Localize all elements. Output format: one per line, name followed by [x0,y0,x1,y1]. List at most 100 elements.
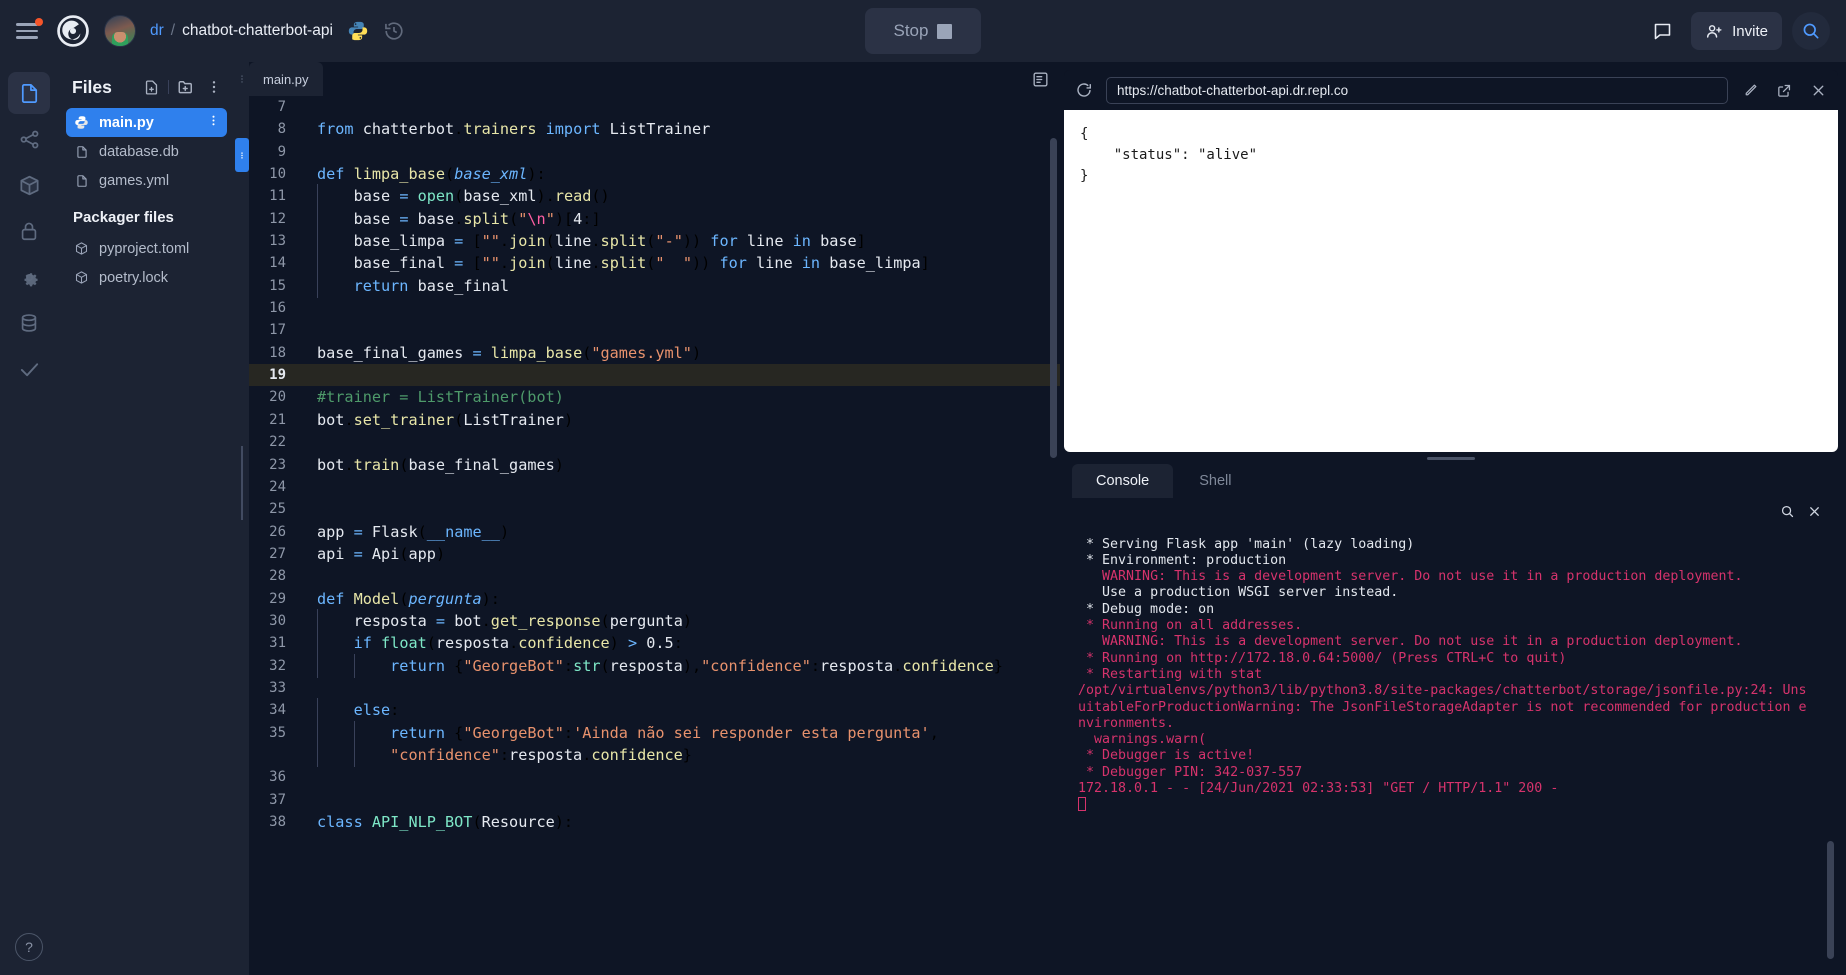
package-icon [73,241,90,256]
pencil-icon[interactable] [1738,78,1762,102]
replit-logo-icon[interactable] [56,14,90,48]
code-line[interactable]: 29 def Model(pergunta): [249,588,1060,610]
code-line[interactable]: "confidence":resposta.confidence} [249,742,1060,768]
code-line[interactable]: 30 resposta = bot.get_response(pergunta) [249,608,1060,634]
line-number: 21 [269,411,286,428]
close-icon[interactable] [1806,78,1830,102]
kebab-menu-icon[interactable] [203,76,225,98]
tab-strip: main.py [249,62,1020,96]
code-line[interactable]: 35 return {"GeorgeBot":'Ainda não sei re… [249,720,1060,746]
code-line[interactable]: 17 [249,319,1060,341]
code-text: base = base.split("\n")[4:] [301,206,601,232]
sidebar-item-checks[interactable] [8,348,50,390]
toolbar-divider [168,80,169,94]
code-line[interactable]: 13 base_limpa = ["".join(line.split("-")… [249,229,1060,254]
code-line[interactable]: 20 #trainer = ListTrainer(bot) [249,386,1060,408]
help-icon[interactable]: ? [15,933,43,961]
code-line[interactable]: 7 [249,96,1060,118]
history-revert-icon[interactable] [383,20,405,42]
file-item-games-yml[interactable]: games.yml [66,166,227,195]
code-line[interactable]: 10 def limpa_base(base_xml): [249,163,1060,185]
avatar[interactable] [104,15,136,47]
code-line[interactable]: 14 base_final = ["".join(line.split(" ")… [249,251,1060,277]
console-tools [1780,504,1822,519]
sidebar-item-database[interactable] [8,302,50,344]
file-item-main-py[interactable]: main.py [66,108,227,137]
code-line[interactable]: 26 app = Flask(__name__) [249,521,1060,543]
editor-scrollbar[interactable] [1050,138,1057,458]
search-icon[interactable] [1792,12,1830,50]
code-line[interactable]: 9 [249,141,1060,163]
tab-console[interactable]: Console [1072,464,1174,498]
breadcrumb-repo[interactable]: chatbot-chatterbot-api [182,22,333,40]
code-line[interactable]: 33 [249,677,1060,699]
notification-dot [35,18,43,26]
breadcrumb: dr / chatbot-chatterbot-api [150,22,333,40]
code-line[interactable]: 28 [249,565,1060,587]
code-editor[interactable]: 7 8 from chatterbot.trainers import ListTr… [249,96,1060,975]
invite-button[interactable]: Invite [1691,12,1782,50]
chat-bubble-icon[interactable] [1643,12,1681,50]
code-line[interactable]: 37 [249,789,1060,811]
code-line[interactable]: 11 base = open(base_xml).read() [249,184,1060,210]
console-search-icon[interactable] [1780,504,1795,519]
add-person-icon [1707,24,1722,38]
code-line[interactable]: 18 base_final_games = limpa_base("games.y… [249,342,1060,364]
file-kebab-menu-icon[interactable] [207,114,220,131]
code-line[interactable]: 24 [249,476,1060,498]
code-line[interactable]: 38 class API_NLP_BOT(Resource): [249,811,1060,833]
code-line[interactable]: 23 bot.train(base_final_games) [249,454,1060,476]
code-line[interactable]: 16 [249,297,1060,319]
sidebar-item-packages[interactable] [8,164,50,206]
console-line: WARNING: This is a development server. D… [1078,569,1743,585]
console-output[interactable]: * Serving Flask app 'main' (lazy loading… [1064,498,1838,975]
file-item-pyproject-toml[interactable]: pyproject.toml [66,234,227,263]
editor-wrapper: 7 8 from chatterbot.trainers import ListTr… [235,96,1060,975]
code-line[interactable]: 25 [249,498,1060,520]
code-line[interactable]: 15 return base_final [249,273,1060,299]
file-item-database-db[interactable]: database.db [66,137,227,166]
code-line[interactable]: 19 [249,364,1060,387]
code-line[interactable]: 12 base = base.split("\n")[4:] [249,206,1060,232]
pane-drag-handle[interactable] [235,62,249,96]
stop-button[interactable]: Stop [865,8,981,54]
code-line[interactable]: 34 else: [249,698,1060,723]
console-scrollbar[interactable] [1827,841,1834,959]
folder-plus-icon[interactable] [175,76,197,98]
code-line[interactable]: 32 return {"GeorgeBot":str(resposta),"co… [249,653,1060,679]
code-line[interactable]: 27 api = Api(app) [249,543,1060,565]
sidebar-item-settings[interactable] [8,256,50,298]
refresh-icon[interactable] [1072,78,1096,102]
sidebar-item-version-control[interactable] [8,118,50,160]
panel-splitter[interactable] [1064,452,1838,464]
file-item-poetry-lock[interactable]: poetry.lock [66,263,227,292]
hamburger-menu-icon[interactable] [16,18,43,41]
sidebar-item-secrets[interactable] [8,210,50,252]
line-number: 31 [269,635,286,652]
tab-shell[interactable]: Shell [1175,464,1255,498]
package-box-icon [19,175,39,195]
code-line[interactable]: 21 bot.set_trainer(ListTrainer) [249,409,1060,431]
webview-url-input[interactable] [1106,76,1728,104]
console-line: * Debug mode: on [1078,601,1215,617]
tab-main-py[interactable]: main.py [249,62,323,96]
sidebar-item-files[interactable] [8,72,50,114]
file-icon [73,174,90,188]
pane-layout-icon[interactable] [1020,62,1060,96]
external-link-icon[interactable] [1772,78,1796,102]
breadcrumb-owner[interactable]: dr [150,22,164,40]
editor-pane-grip[interactable] [235,138,249,172]
top-header: dr / chatbot-chatterbot-api Stop Invite [0,0,1846,62]
code-line[interactable]: 36 [249,766,1060,788]
webview-content: { "status": "alive" } [1064,110,1838,452]
file-plus-icon[interactable] [140,76,162,98]
console-clear-icon[interactable] [1807,504,1822,519]
code-line[interactable]: 22 [249,431,1060,453]
code-line[interactable]: 8 from chatterbot.trainers import ListTra… [249,118,1060,140]
code-line[interactable]: 31 if float(resposta.confidence) > 0.5: [249,631,1060,656]
console-line: * Serving Flask app 'main' (lazy loading… [1078,536,1415,552]
code-text: return base_final [301,273,509,299]
line-number: 33 [269,679,286,696]
console-line: * Restarting with stat [1078,666,1263,682]
